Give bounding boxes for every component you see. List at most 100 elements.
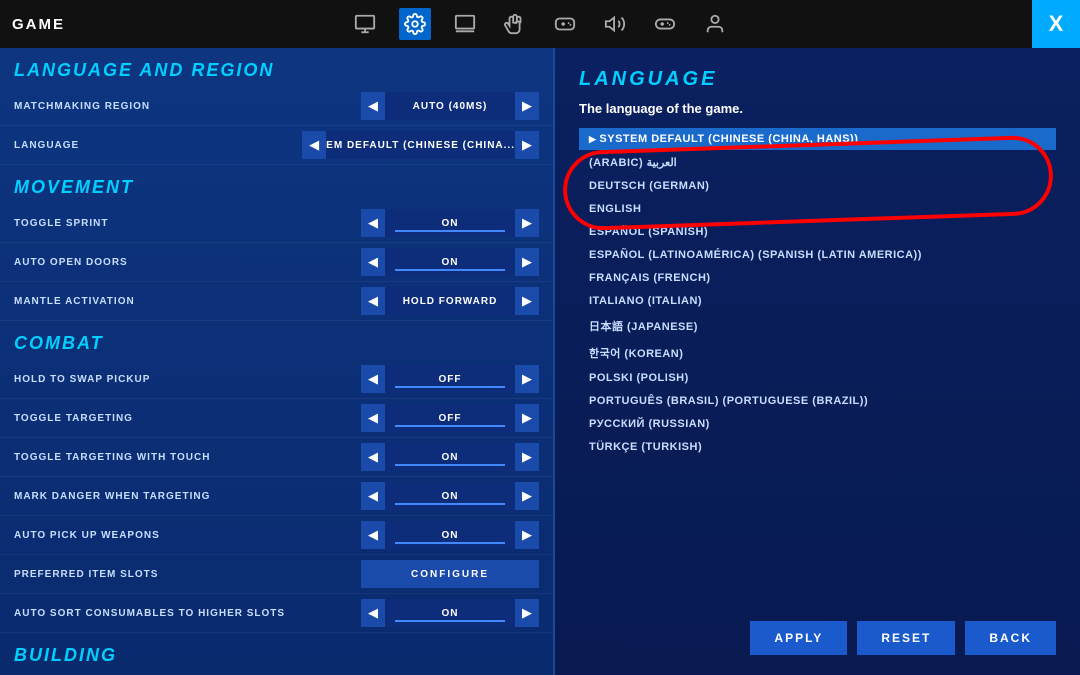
auto-open-doors-left-arrow[interactable]: ◀	[361, 248, 385, 276]
mark-danger-value: ON	[385, 482, 515, 510]
mantle-activation-value: HOLD FORWARD	[385, 287, 515, 315]
preferred-item-slots-label: PREFERRED ITEM SLOTS	[14, 569, 339, 580]
lang-item-francais[interactable]: FRANÇAIS (FRENCH)	[579, 267, 1056, 289]
toggle-sprint-left-arrow[interactable]: ◀	[361, 209, 385, 237]
matchmaking-region-label: MATCHMAKING REGION	[14, 101, 339, 112]
lang-item-deutsch[interactable]: DEUTSCH (GERMAN)	[579, 175, 1056, 197]
setting-language: LANGUAGE ◀ EM DEFAULT (CHINESE (CHINA...…	[0, 126, 553, 165]
auto-pick-weapons-left-arrow[interactable]: ◀	[361, 521, 385, 549]
back-button[interactable]: BACK	[965, 621, 1056, 655]
toggle-targeting-touch-control: ◀ ON ▶	[339, 443, 539, 471]
auto-open-doors-value: ON	[385, 248, 515, 276]
controller-icon[interactable]	[649, 8, 681, 40]
auto-open-doors-control: ◀ ON ▶	[339, 248, 539, 276]
setting-mark-danger: MARK DANGER WHEN TARGETING ◀ ON ▶	[0, 477, 553, 516]
section-movement: MOVEMENT	[0, 165, 553, 204]
auto-open-doors-right-arrow[interactable]: ▶	[515, 248, 539, 276]
topbar: GAME X	[0, 0, 1080, 48]
hand-icon[interactable]	[499, 8, 531, 40]
topbar-icon-group	[349, 8, 731, 40]
lang-item-english[interactable]: ENGLISH	[579, 198, 1056, 220]
auto-pick-weapons-label: AUTO PICK UP WEAPONS	[14, 530, 339, 541]
toggle-sprint-right-arrow[interactable]: ▶	[515, 209, 539, 237]
matchmaking-region-value: AUTO (40MS)	[385, 92, 515, 120]
gear-icon[interactable]	[399, 8, 431, 40]
left-panel: LANGUAGE AND REGION MATCHMAKING REGION ◀…	[0, 48, 555, 675]
toggle-sprint-value: ON	[385, 209, 515, 237]
section-combat: COMBAT	[0, 321, 553, 360]
apply-button[interactable]: APPLY	[750, 621, 847, 655]
section-building: BUILDING	[0, 633, 553, 672]
language-control: ◀ EM DEFAULT (CHINESE (CHINA... ▶	[302, 131, 539, 159]
hold-swap-pickup-left-arrow[interactable]: ◀	[361, 365, 385, 393]
lang-item-japanese[interactable]: 日本語 (JAPANESE)	[579, 313, 1056, 339]
mark-danger-control: ◀ ON ▶	[339, 482, 539, 510]
audio-icon[interactable]	[599, 8, 631, 40]
mark-danger-left-arrow[interactable]: ◀	[361, 482, 385, 510]
auto-open-doors-label: AUTO OPEN DOORS	[14, 257, 339, 268]
page-title: GAME	[12, 16, 65, 33]
toggle-targeting-label: TOGGLE TARGETING	[14, 413, 339, 424]
setting-mantle-activation: MANTLE ACTIVATION ◀ HOLD FORWARD ▶	[0, 282, 553, 321]
setting-toggle-targeting: TOGGLE TARGETING ◀ OFF ▶	[0, 399, 553, 438]
section-language-region: LANGUAGE AND REGION	[0, 48, 553, 87]
auto-sort-consumables-control: ◀ ON ▶	[339, 599, 539, 627]
lang-item-turkish[interactable]: TÜRKÇE (TURKISH)	[579, 436, 1056, 458]
main-content: LANGUAGE AND REGION MATCHMAKING REGION ◀…	[0, 48, 1080, 675]
hold-swap-pickup-label: HOLD TO SWAP PICKUP	[14, 374, 339, 385]
lang-item-polski[interactable]: POLSKI (POLISH)	[579, 367, 1056, 389]
mantle-activation-label: MANTLE ACTIVATION	[14, 296, 339, 307]
setting-matchmaking-region: MATCHMAKING REGION ◀ AUTO (40MS) ▶	[0, 87, 553, 126]
gamepad-icon[interactable]	[549, 8, 581, 40]
language-label: LANGUAGE	[14, 140, 302, 151]
auto-sort-left-arrow[interactable]: ◀	[361, 599, 385, 627]
display-icon[interactable]	[449, 8, 481, 40]
lang-item-espanol[interactable]: ESPAÑOL (SPANISH)	[579, 221, 1056, 243]
auto-sort-right-arrow[interactable]: ▶	[515, 599, 539, 627]
matchmaking-region-left-arrow[interactable]: ◀	[361, 92, 385, 120]
lang-item-korean[interactable]: 한국어 (KOREAN)	[579, 340, 1056, 366]
lang-item-russian[interactable]: РУССКИЙ (RUSSIAN)	[579, 413, 1056, 435]
language-panel-title: LANGUAGE	[579, 68, 1056, 91]
toggle-sprint-label: TOGGLE SPRINT	[14, 218, 339, 229]
configure-button[interactable]: CONFIGURE	[361, 560, 539, 588]
toggle-targeting-touch-right-arrow[interactable]: ▶	[515, 443, 539, 471]
language-left-arrow[interactable]: ◀	[302, 131, 326, 159]
mantle-activation-left-arrow[interactable]: ◀	[361, 287, 385, 315]
mark-danger-right-arrow[interactable]: ▶	[515, 482, 539, 510]
mantle-activation-right-arrow[interactable]: ▶	[515, 287, 539, 315]
lang-item-arabic[interactable]: (ARABIC) العربية	[579, 151, 1056, 174]
auto-pick-weapons-value: ON	[385, 521, 515, 549]
toggle-targeting-touch-left-arrow[interactable]: ◀	[361, 443, 385, 471]
lang-item-espanol-latam[interactable]: ESPAÑOL (LATINOAMÉRICA) (SPANISH (LATIN …	[579, 244, 1056, 266]
close-button[interactable]: X	[1032, 0, 1080, 48]
auto-sort-consumables-label: AUTO SORT CONSUMABLES TO HIGHER SLOTS	[14, 608, 339, 619]
toggle-targeting-touch-label: TOGGLE TARGETING WITH TOUCH	[14, 452, 339, 463]
auto-sort-value: ON	[385, 599, 515, 627]
hold-swap-pickup-control: ◀ OFF ▶	[339, 365, 539, 393]
user-icon[interactable]	[699, 8, 731, 40]
toggle-targeting-left-arrow[interactable]: ◀	[361, 404, 385, 432]
toggle-targeting-right-arrow[interactable]: ▶	[515, 404, 539, 432]
language-right-arrow[interactable]: ▶	[515, 131, 539, 159]
toggle-targeting-value: OFF	[385, 404, 515, 432]
setting-preferred-item-slots: PREFERRED ITEM SLOTS CONFIGURE	[0, 555, 553, 594]
auto-pick-weapons-right-arrow[interactable]: ▶	[515, 521, 539, 549]
right-panel: LANGUAGE The language of the game. SYSTE…	[555, 48, 1080, 675]
reset-button[interactable]: RESET	[857, 621, 955, 655]
language-description: The language of the game.	[579, 101, 1056, 116]
monitor-icon[interactable]	[349, 8, 381, 40]
matchmaking-region-control: ◀ AUTO (40MS) ▶	[339, 92, 539, 120]
mark-danger-label: MARK DANGER WHEN TARGETING	[14, 491, 339, 502]
hold-swap-pickup-value: OFF	[385, 365, 515, 393]
lang-item-system-default[interactable]: SYSTEM DEFAULT (CHINESE (CHINA, HANS))	[579, 128, 1056, 150]
matchmaking-region-right-arrow[interactable]: ▶	[515, 92, 539, 120]
setting-auto-pick-weapons: AUTO PICK UP WEAPONS ◀ ON ▶	[0, 516, 553, 555]
setting-toggle-sprint: TOGGLE SPRINT ◀ ON ▶	[0, 204, 553, 243]
hold-swap-pickup-right-arrow[interactable]: ▶	[515, 365, 539, 393]
language-list: SYSTEM DEFAULT (CHINESE (CHINA, HANS)) (…	[579, 128, 1056, 458]
toggle-targeting-touch-value: ON	[385, 443, 515, 471]
lang-item-italiano[interactable]: ITALIANO (ITALIAN)	[579, 290, 1056, 312]
bottom-buttons: APPLY RESET BACK	[750, 621, 1056, 655]
lang-item-portugues[interactable]: PORTUGUÊS (BRASIL) (PORTUGUESE (BRAZIL))	[579, 390, 1056, 412]
